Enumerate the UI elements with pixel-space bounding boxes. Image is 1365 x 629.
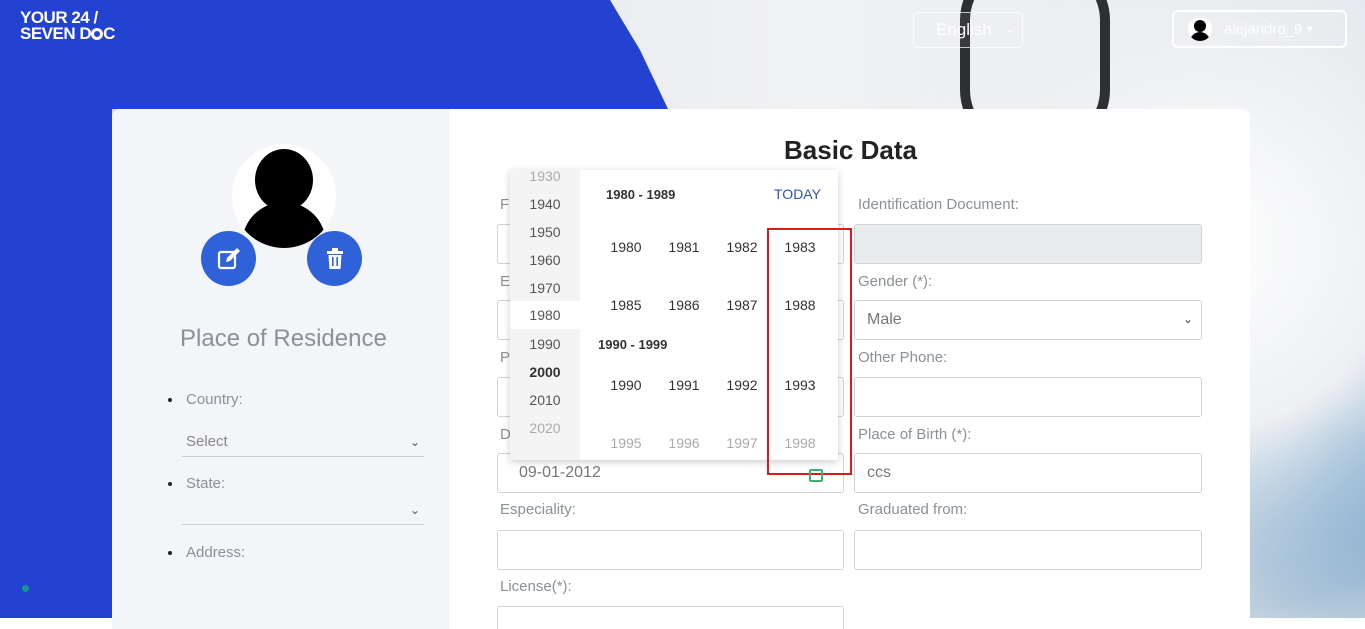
license-label: License(*): — [500, 578, 572, 595]
calendar-icon[interactable] — [809, 469, 823, 482]
language-select[interactable]: English ⌄ — [913, 12, 1023, 48]
decade-list: 1930 1940 1950 1960 1970 1980 1990 2000 … — [510, 170, 580, 460]
decade-item[interactable]: 1970 — [510, 280, 580, 296]
avatar — [1188, 17, 1212, 41]
date-value: 09-01-2012 — [519, 464, 601, 481]
state-label: State: — [168, 475, 225, 492]
decade-item[interactable]: 1940 — [510, 196, 580, 212]
language-value: English — [936, 20, 992, 39]
decade-group-title: 1980 - 1989 — [606, 187, 676, 202]
edit-photo-button[interactable] — [201, 231, 256, 286]
year-cell[interactable]: 1997 — [717, 435, 767, 451]
year-cell[interactable]: 1995 — [601, 435, 651, 451]
year-cell[interactable]: 1990 — [601, 377, 651, 393]
profile-avatar — [232, 144, 336, 248]
place-of-birth-label: Place of Birth (*): — [858, 426, 972, 443]
year-cell[interactable]: 1986 — [659, 297, 709, 313]
country-value: Select — [186, 433, 228, 450]
decade-item[interactable]: 2010 — [510, 392, 580, 408]
especiality-input[interactable] — [497, 530, 844, 570]
decade-group-title: 1990 - 1999 — [598, 337, 668, 352]
place-of-residence-title: Place of Residence — [180, 325, 387, 352]
field-label-f: F — [500, 196, 510, 213]
identification-input — [854, 224, 1202, 264]
decade-item[interactable]: 1930 — [510, 170, 580, 184]
annotation-highlight-box — [767, 228, 852, 475]
chevron-down-icon: ⌄ — [409, 435, 420, 449]
gender-label: Gender (*): — [858, 273, 933, 290]
year-cell[interactable]: 1982 — [717, 239, 767, 255]
decade-item-current[interactable]: 1980 — [510, 301, 580, 329]
page-title: Basic Data — [784, 135, 917, 165]
other-phone-label: Other Phone: — [858, 349, 948, 366]
country-select[interactable]: Select ⌄ — [182, 433, 424, 457]
especiality-label: Especiality: — [500, 501, 576, 518]
graduated-input[interactable] — [854, 530, 1202, 570]
chevron-down-icon: ⌄ — [1182, 312, 1193, 326]
state-select[interactable]: ⌄ — [182, 501, 424, 525]
year-cell[interactable]: 1981 — [659, 239, 709, 255]
address-label: Address: — [168, 544, 245, 561]
year-cell[interactable]: 1996 — [659, 435, 709, 451]
year-cell[interactable]: 1985 — [601, 297, 651, 313]
field-label-e: E — [500, 273, 511, 290]
year-cell[interactable]: 1980 — [601, 239, 651, 255]
user-menu-button[interactable]: alejandro_9 ▼ — [1172, 10, 1347, 48]
trash-icon — [326, 247, 343, 269]
gender-select[interactable]: Male ⌄ — [854, 300, 1202, 340]
today-button[interactable]: TODAY — [774, 186, 821, 202]
year-cell[interactable]: 1987 — [717, 297, 767, 313]
year-cell[interactable]: 1992 — [717, 377, 767, 393]
place-of-birth-input[interactable]: ccs — [854, 453, 1202, 493]
edit-icon — [217, 247, 240, 269]
place-of-birth-value: ccs — [867, 464, 891, 481]
decade-item[interactable]: 1960 — [510, 252, 580, 268]
delete-photo-button[interactable] — [307, 231, 362, 286]
chevron-down-icon: ⌄ — [1005, 21, 1016, 36]
country-label: Country: — [168, 391, 243, 408]
app-logo[interactable]: YOUR 24 / SEVEN DC — [20, 9, 115, 43]
decade-item-selected[interactable]: 2000 — [510, 364, 580, 380]
caret-down-icon: ▼ — [1305, 24, 1315, 34]
left-column: Place of Residence Country: State: Addre… — [112, 109, 449, 629]
field-label-p: P — [500, 349, 511, 366]
username: alejandro_9 — [1224, 20, 1303, 38]
decade-item[interactable]: 1990 — [510, 336, 580, 352]
logo-o-icon — [91, 28, 104, 40]
logo-line-2: SEVEN DC — [20, 24, 115, 43]
year-cell[interactable]: 1991 — [659, 377, 709, 393]
gender-value: Male — [867, 311, 902, 328]
decade-item[interactable]: 2020 — [510, 420, 580, 436]
identification-label: Identification Document: — [858, 196, 1019, 213]
other-phone-input[interactable] — [854, 377, 1202, 417]
decade-item[interactable]: 1950 — [510, 224, 580, 240]
chevron-down-icon: ⌄ — [409, 503, 420, 517]
graduated-label: Graduated from: — [858, 501, 968, 518]
status-dot — [22, 585, 29, 592]
